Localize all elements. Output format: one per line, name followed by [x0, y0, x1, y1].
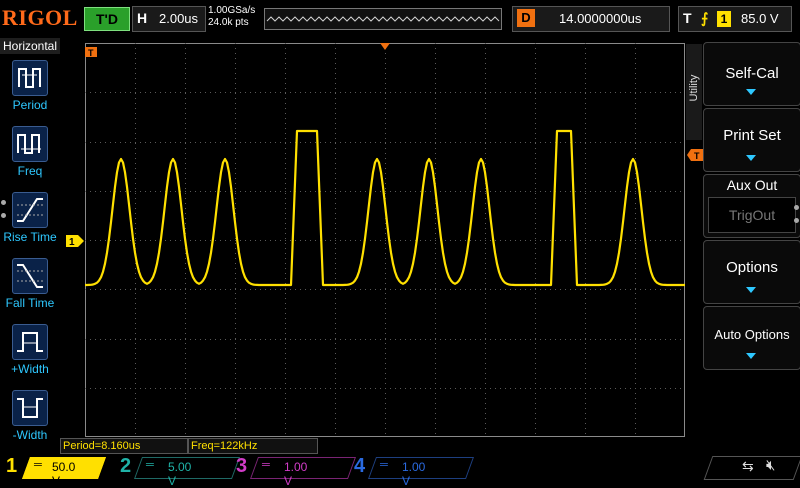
trigger-position-marker-left: T: [85, 44, 97, 62]
aux-out-label: Aux Out: [726, 177, 778, 193]
chevron-down-icon: [746, 353, 756, 359]
waveform-grid: [85, 43, 685, 437]
utility-menu-tab[interactable]: Utility: [686, 44, 702, 140]
channel-4-scale: 1.00 V: [402, 460, 426, 488]
channel-4-number: 4: [354, 455, 366, 477]
trigger-letter: T: [683, 10, 692, 26]
trigger-level-value: 85.0 V: [741, 11, 779, 26]
options-label: Options: [726, 259, 778, 276]
sample-rate: 1.00GSa/s: [208, 5, 256, 16]
measure-positive-width-button[interactable]: +Width: [0, 322, 60, 388]
negative-width-label: -Width: [12, 428, 48, 442]
aux-out-value: TrigOut: [728, 207, 776, 223]
channel-1-scale: 50.0 V: [52, 460, 76, 488]
channel-2-scale: 5.00 V: [168, 460, 192, 488]
chevron-down-icon: [746, 155, 756, 161]
utility-tab-label: Utility: [688, 74, 700, 102]
memory-depth: 24.0k pts: [208, 17, 249, 28]
left-menu-title: Horizontal: [0, 38, 60, 54]
rising-edge-icon: ⨍: [701, 10, 709, 26]
self-cal-button[interactable]: Self-Cal: [703, 42, 800, 106]
coupling-icon: ═: [34, 459, 42, 471]
horizontal-letter: H: [137, 10, 148, 26]
self-cal-label: Self-Cal: [725, 65, 779, 82]
period-label: Period: [12, 98, 48, 112]
auto-options-button[interactable]: Auto Options: [703, 306, 800, 370]
timebase-value: 2.00us: [159, 11, 199, 26]
waveform-display[interactable]: [85, 43, 685, 437]
chevron-down-icon: [746, 89, 756, 95]
freq-label: Freq: [17, 164, 43, 178]
svg-text:1: 1: [69, 237, 75, 247]
print-set-button[interactable]: Print Set: [703, 108, 800, 172]
coupling-icon: ═: [146, 459, 154, 471]
trigger-box[interactable]: T ⨍ 1 85.0 V: [678, 6, 792, 32]
delay-letter: D: [517, 9, 535, 27]
negative-width-icon: [12, 390, 48, 426]
rise-time-label: Rise Time: [3, 230, 57, 244]
positive-width-icon: [12, 324, 48, 360]
speaker-muted-icon[interactable]: 🔇︎: [766, 457, 775, 474]
aux-out-value-box: TrigOut: [708, 197, 796, 233]
trigger-time-marker-icon: [380, 38, 390, 56]
memory-waveform-overview: [264, 8, 502, 30]
memory-overview-icon: [266, 16, 500, 22]
trigger-status-badge: T'D: [84, 7, 130, 31]
chevron-down-icon: [746, 287, 756, 293]
channel-2-number: 2: [120, 455, 132, 477]
coupling-icon: ═: [262, 459, 270, 471]
coupling-icon: ═: [380, 459, 388, 471]
rigol-logo: RIGOL: [2, 5, 78, 30]
horizontal-measure-menu: Horizontal Period Freq Rise Time Fall Ti…: [0, 38, 60, 450]
svg-text:T: T: [88, 48, 94, 57]
frequency-icon: [12, 126, 48, 162]
trigger-level-marker-icon[interactable]: T: [687, 148, 703, 166]
positive-width-label: +Width: [11, 362, 49, 376]
horizontal-timebase-box[interactable]: H 2.00us: [132, 6, 206, 32]
auto-options-label: Auto Options: [714, 327, 790, 342]
aux-out-button[interactable]: Aux Out TrigOut: [703, 174, 800, 238]
channel-status-bar: 1 ═ 50.0 V 2 ═ 5.00 V 3 ═ 1.00 V 4 ═ 1.0…: [0, 454, 800, 488]
channel-1-offset-marker[interactable]: 1: [66, 234, 84, 252]
trigger-source-channel: 1: [717, 11, 731, 27]
frequency-measurement-readout[interactable]: Freq=122kHz: [188, 438, 318, 454]
svg-text:T: T: [694, 151, 700, 161]
options-button[interactable]: Options: [703, 240, 800, 304]
sample-info: 1.00GSa/s 24.0k pts: [208, 5, 255, 29]
delay-box[interactable]: D 14.0000000us: [512, 6, 670, 32]
top-status-bar: RIGOL T'D H 2.00us 1.00GSa/s 24.0k pts D…: [0, 0, 800, 36]
usb-icon: ⇆: [742, 458, 754, 474]
left-knob-dot-icon: [1, 213, 6, 218]
channel-3-number: 3: [236, 455, 248, 477]
rise-time-icon: [12, 192, 48, 228]
measure-rise-time-button[interactable]: Rise Time: [0, 190, 60, 256]
period-measurement-readout[interactable]: Period=8.160us: [60, 438, 188, 454]
right-knob-dot-icon: [794, 205, 799, 210]
channel-3-scale: 1.00 V: [284, 460, 308, 488]
channel-1-number: 1: [6, 455, 18, 477]
print-set-label: Print Set: [723, 127, 781, 144]
measure-freq-button[interactable]: Freq: [0, 124, 60, 190]
fall-time-label: Fall Time: [5, 296, 55, 310]
measure-period-button[interactable]: Period: [0, 58, 60, 124]
left-knob-dot-icon: [1, 200, 6, 205]
measure-fall-time-button[interactable]: Fall Time: [0, 256, 60, 322]
right-knob-dot-icon: [794, 218, 799, 223]
fall-time-icon: [12, 258, 48, 294]
measure-negative-width-button[interactable]: -Width: [0, 388, 60, 454]
delay-value: 14.0000000us: [559, 11, 642, 26]
period-icon: [12, 60, 48, 96]
utility-softkey-menu: Self-Cal Print Set Aux Out TrigOut Optio…: [703, 40, 800, 450]
